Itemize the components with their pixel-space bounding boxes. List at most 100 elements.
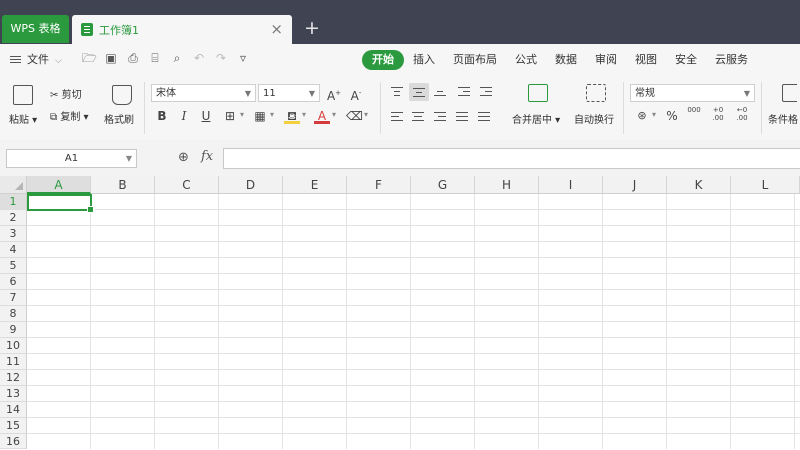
row-header[interactable]: 10 <box>0 338 27 354</box>
row-header[interactable]: 2 <box>0 210 27 226</box>
row-header[interactable]: 14 <box>0 402 27 418</box>
customize-toolbar-icon[interactable]: ▿ <box>236 51 250 65</box>
increase-decimal-button[interactable]: +0 .00 <box>710 106 726 122</box>
increase-font-size-icon[interactable]: A+ <box>326 85 342 103</box>
font-color-icon[interactable]: A <box>314 108 330 124</box>
name-box[interactable]: A1 ▼ <box>6 149 137 168</box>
row-header[interactable]: 3 <box>0 226 27 242</box>
divider <box>623 82 624 134</box>
align-top-icon[interactable] <box>391 87 403 96</box>
column-header-l[interactable]: L <box>731 176 800 194</box>
undo-icon[interactable]: ↶ <box>192 51 206 65</box>
zoom-icon[interactable]: ⊕ <box>178 150 189 165</box>
tab-cloud-services[interactable]: 云服务 <box>706 50 757 70</box>
row-header[interactable]: 13 <box>0 386 27 402</box>
decrease-decimal-button[interactable]: ←0 .00 <box>734 106 750 122</box>
increase-indent-icon[interactable] <box>480 87 492 96</box>
cell-area[interactable] <box>27 194 800 449</box>
row-header[interactable]: 5 <box>0 258 27 274</box>
column-header-j[interactable]: J <box>603 176 667 194</box>
wrap-text-icon <box>586 84 606 102</box>
row-header[interactable]: 4 <box>0 242 27 258</box>
print-icon[interactable]: ⌸ <box>148 51 162 65</box>
open-folder-icon[interactable]: 🗁 <box>82 51 97 65</box>
tab-security[interactable]: 安全 <box>666 50 706 70</box>
align-middle-icon[interactable] <box>409 83 429 101</box>
font-name-select[interactable]: 宋体 ▼ <box>151 84 256 102</box>
tab-review[interactable]: 审阅 <box>586 50 626 70</box>
thousands-separator-button[interactable]: 000 <box>686 106 702 122</box>
save-icon[interactable]: ▣ <box>104 51 118 65</box>
row-header[interactable]: 6 <box>0 274 27 290</box>
row-header[interactable]: 1 <box>0 194 27 210</box>
font-color-dropdown-icon[interactable]: ▾ <box>332 110 336 119</box>
spreadsheet-doc-icon <box>81 23 93 36</box>
align-left-icon[interactable] <box>391 112 403 121</box>
row-header[interactable]: 8 <box>0 306 27 322</box>
underline-button[interactable]: U <box>198 108 214 124</box>
justify-icon[interactable] <box>456 112 468 121</box>
close-icon[interactable]: × <box>270 19 283 39</box>
column-header-k[interactable]: K <box>667 176 731 194</box>
column-header-h[interactable]: H <box>475 176 539 194</box>
distributed-align-icon[interactable] <box>478 112 490 121</box>
column-header-i[interactable]: I <box>539 176 603 194</box>
active-cell-a1[interactable] <box>27 194 94 213</box>
borders-icon[interactable]: ⊞ <box>222 108 238 124</box>
row-header[interactable]: 7 <box>0 290 27 306</box>
row-header[interactable]: 15 <box>0 418 27 434</box>
redo-icon[interactable]: ↷ <box>214 51 228 65</box>
align-bottom-icon[interactable] <box>434 87 446 96</box>
fill-color-dropdown-icon[interactable]: ▾ <box>302 110 306 119</box>
column-header-e[interactable]: E <box>283 176 347 194</box>
fill-pattern-dropdown-icon[interactable]: ▾ <box>270 110 274 119</box>
percent-format-button[interactable]: % <box>664 108 680 124</box>
insert-function-icon[interactable]: fx <box>201 149 213 164</box>
menu-bar: 文件 ⌵ 🗁 ▣ ⎙ ⌸ ⌕ ↶ ↷ ▿ 开始 插入 页面布局 公式 数据 审阅 … <box>0 44 800 76</box>
tab-insert[interactable]: 插入 <box>404 50 444 70</box>
find-icon[interactable]: ⌕ <box>170 51 184 65</box>
currency-dropdown-icon[interactable]: ▾ <box>652 110 656 119</box>
fill-color-icon[interactable]: ⛾ <box>284 108 300 124</box>
document-tab[interactable]: 工作簿1 × <box>72 15 292 44</box>
select-all-corner[interactable] <box>0 176 27 194</box>
formula-input[interactable] <box>223 148 800 169</box>
copy-button[interactable]: ⧉ 复制 ▾ <box>50 108 89 123</box>
align-center-icon[interactable] <box>412 112 424 121</box>
cut-button[interactable]: ✂ 剪切 <box>50 86 82 101</box>
tab-view[interactable]: 视图 <box>626 50 666 70</box>
decrease-indent-icon[interactable] <box>458 87 470 96</box>
font-size-select[interactable]: 11 ▼ <box>258 84 320 102</box>
number-format-select[interactable]: 常规 ▼ <box>630 84 755 102</box>
bold-button[interactable]: B <box>154 108 170 124</box>
print-preview-icon[interactable]: ⎙ <box>126 51 140 65</box>
decrease-font-size-icon[interactable]: A- <box>348 85 364 103</box>
tab-data[interactable]: 数据 <box>546 50 586 70</box>
column-header-d[interactable]: D <box>219 176 283 194</box>
column-header-g[interactable]: G <box>411 176 475 194</box>
file-menu-label: 文件 <box>27 53 49 66</box>
column-header-a[interactable]: A <box>27 176 91 194</box>
tab-page-layout[interactable]: 页面布局 <box>444 50 506 70</box>
currency-format-icon[interactable]: ⊛ <box>634 108 650 124</box>
row-header[interactable]: 9 <box>0 322 27 338</box>
row-header[interactable]: 11 <box>0 354 27 370</box>
clear-dropdown-icon[interactable]: ▾ <box>364 110 368 119</box>
tab-home[interactable]: 开始 <box>362 50 404 70</box>
borders-dropdown-icon[interactable]: ▾ <box>240 110 244 119</box>
paste-icon <box>13 85 33 105</box>
fill-pattern-icon[interactable]: ▦ <box>252 108 268 124</box>
wps-app-tab[interactable]: WPS 表格 <box>2 15 69 43</box>
tab-formulas[interactable]: 公式 <box>506 50 546 70</box>
column-header-b[interactable]: B <box>91 176 155 194</box>
row-header[interactable]: 16 <box>0 434 27 449</box>
eraser-icon[interactable]: ⌫ <box>346 108 363 124</box>
new-tab-button[interactable]: + <box>304 16 320 40</box>
column-header-f[interactable]: F <box>347 176 411 194</box>
column-header-c[interactable]: C <box>155 176 219 194</box>
file-menu[interactable]: 文件 ⌵ <box>10 51 62 67</box>
italic-button[interactable]: I <box>176 108 192 124</box>
row-header[interactable]: 12 <box>0 370 27 386</box>
align-right-icon[interactable] <box>434 112 446 121</box>
ribbon-toolbar: 粘贴 ▾ ✂ 剪切 ⧉ 复制 ▾ 格式刷 宋体 ▼ 11 ▼ A+ A- B I U… <box>0 76 800 141</box>
